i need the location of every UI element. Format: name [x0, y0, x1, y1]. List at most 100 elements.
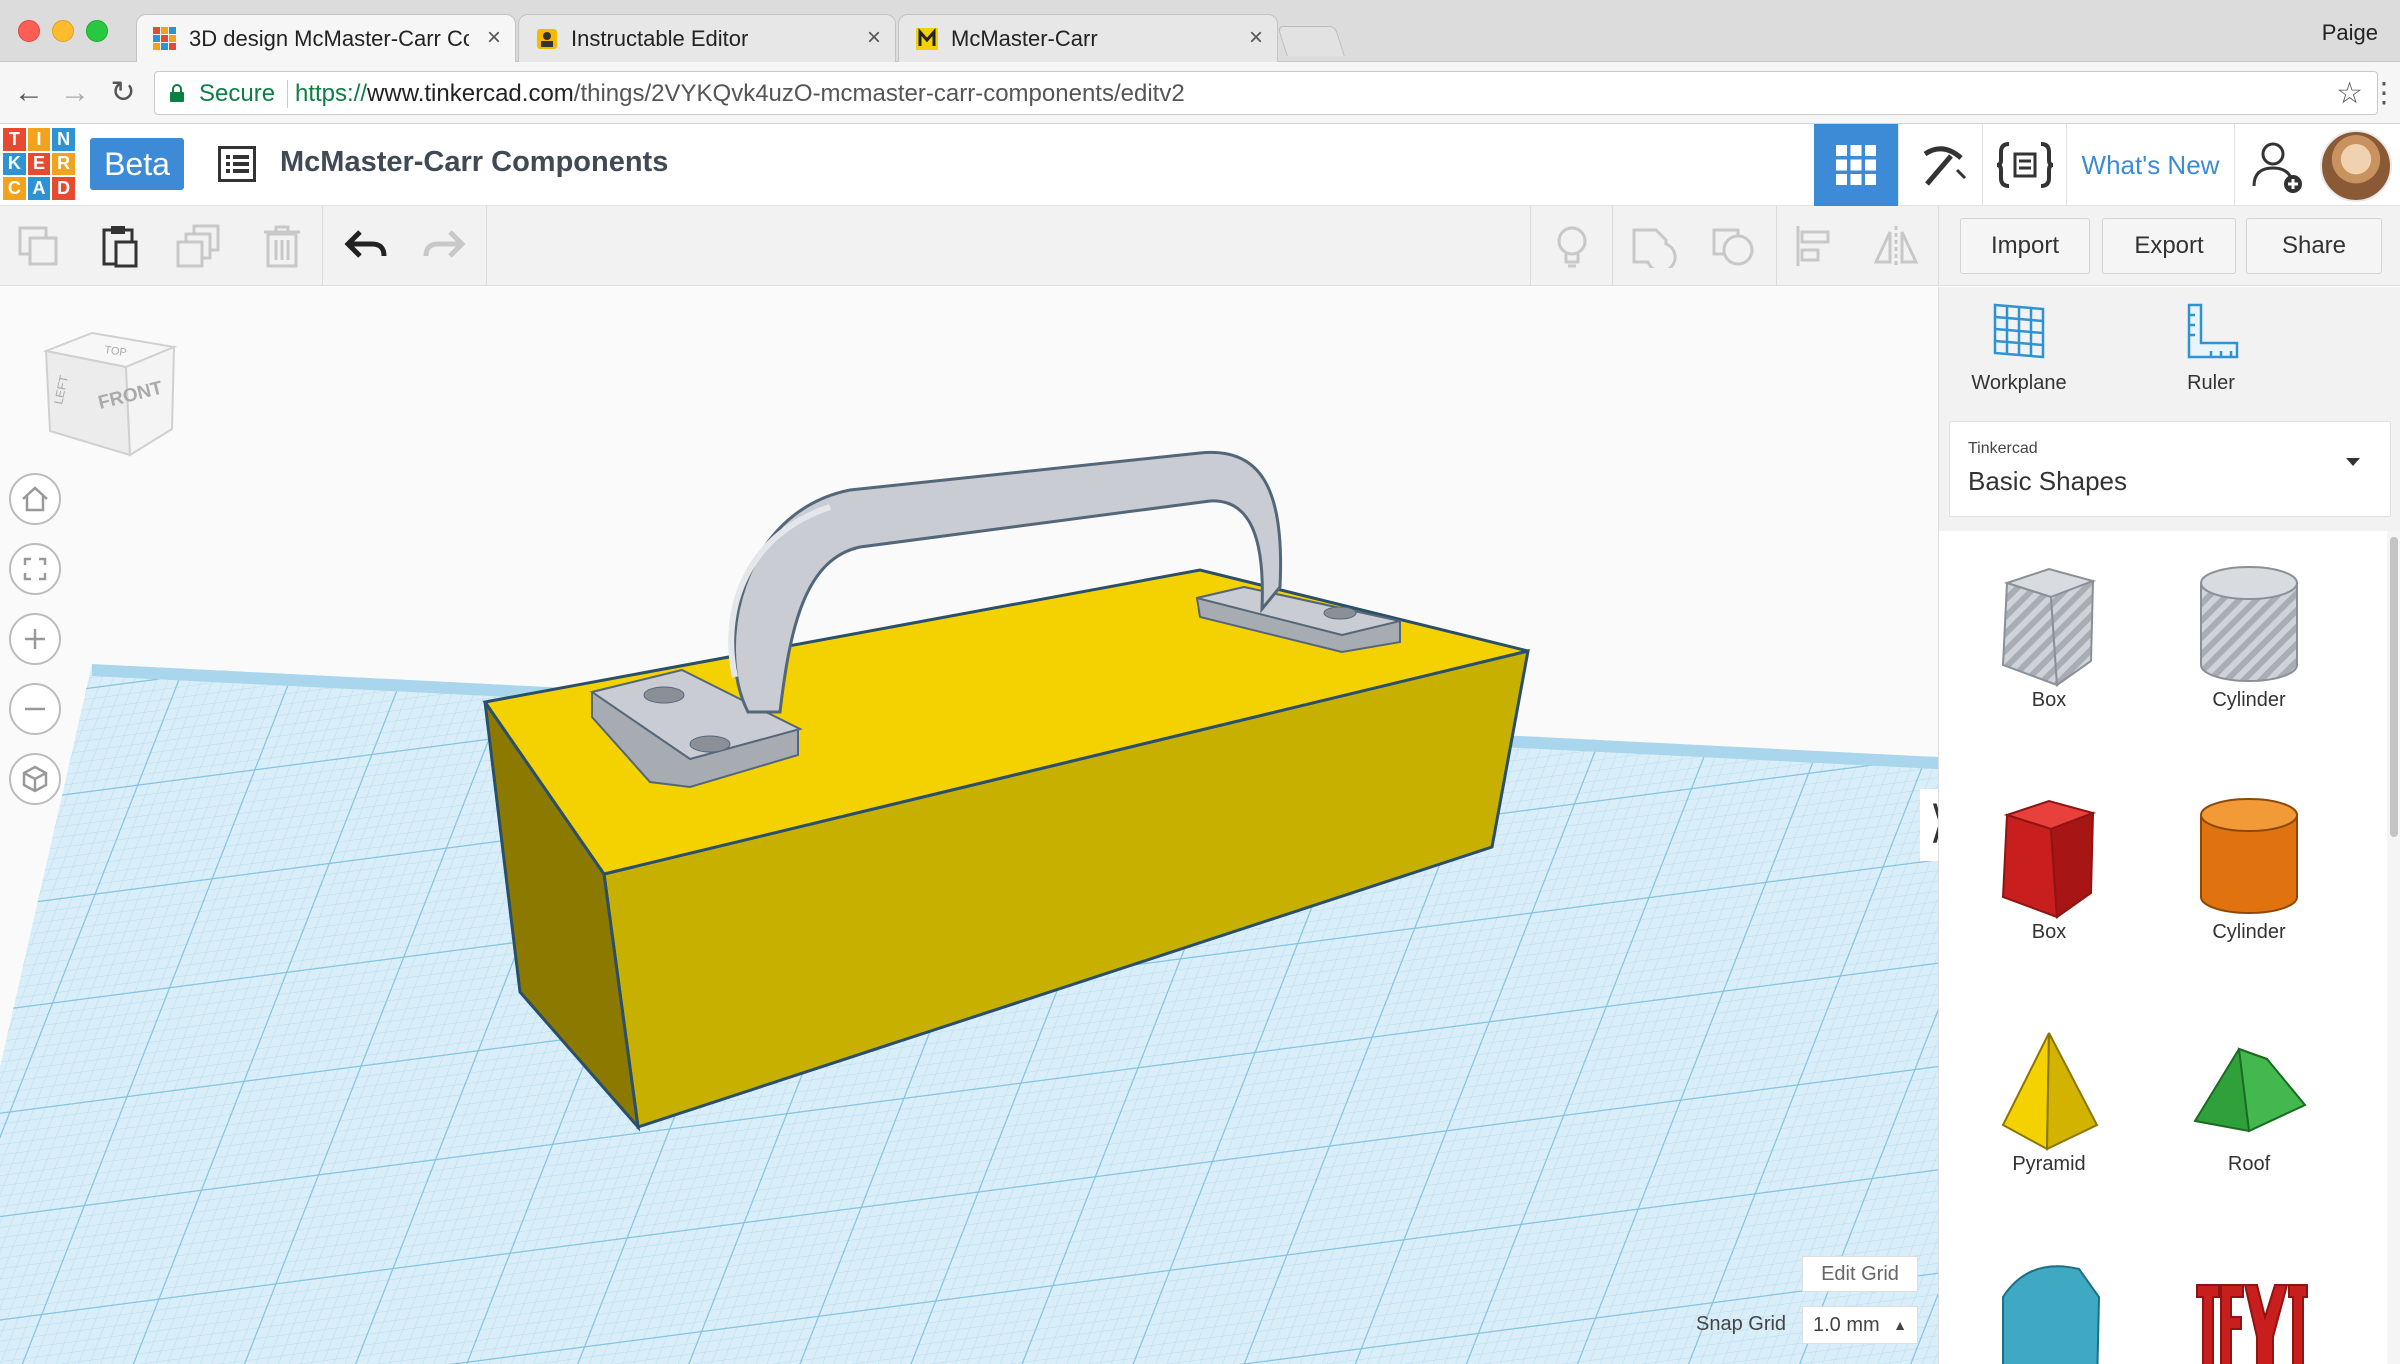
library-name: Basic Shapes: [1968, 466, 2127, 496]
url-input[interactable]: Secure https://www.tinkercad.com/things/…: [154, 71, 2378, 115]
logo-letter: E: [27, 152, 51, 176]
mcmaster-favicon: [916, 28, 938, 50]
tab-title: 3D design McMaster-Carr Con: [189, 27, 469, 51]
caret-up-icon: ▲: [1893, 1317, 1907, 1333]
workplane-tool[interactable]: Workplane: [1939, 301, 2099, 395]
copy-icon[interactable]: [16, 224, 64, 268]
shape-cylinder-hole[interactable]: Cylinder: [2149, 531, 2349, 731]
workplane-icon: [1993, 303, 2045, 359]
fit-to-view-icon: [23, 557, 47, 581]
shape-text[interactable]: [2149, 1227, 2349, 1364]
undo-icon[interactable]: [342, 224, 390, 268]
tab-title: McMaster-Carr: [951, 27, 1098, 51]
shape-label: Box: [2031, 921, 2067, 943]
shape-label: Box: [2031, 689, 2067, 711]
group-icon[interactable]: [1630, 224, 1678, 268]
snap-grid-select[interactable]: 1.0 mm ▲: [1802, 1306, 1918, 1344]
close-window-button[interactable]: [18, 20, 40, 42]
ortho-view-button[interactable]: [9, 753, 61, 805]
shape-pyramid[interactable]: Pyramid: [1949, 995, 2149, 1195]
lock-icon: [170, 84, 184, 102]
edit-toolbar: Import Export Share: [0, 206, 2400, 286]
design-title[interactable]: McMaster-Carr Components: [280, 146, 668, 179]
fit-view-button[interactable]: [9, 543, 61, 595]
align-icon[interactable]: [1792, 224, 1840, 268]
view-code-blocks-button[interactable]: [1982, 124, 2066, 206]
3d-viewport[interactable]: TOP LEFT FRONT ⟩ Edit Grid Snap Grid 1.0…: [0, 287, 1938, 1364]
import-button[interactable]: Import: [1960, 218, 2090, 274]
bookmark-star-icon[interactable]: ☆: [2336, 76, 2363, 111]
browser-menu-icon[interactable]: ⋮: [2370, 76, 2398, 110]
shape-cylinder[interactable]: Cylinder: [2149, 763, 2349, 963]
maximize-window-button[interactable]: [86, 20, 108, 42]
tab-close-icon[interactable]: ×: [1249, 25, 1263, 51]
design-list-icon[interactable]: [218, 146, 256, 182]
shape-label: Cylinder: [2212, 921, 2286, 943]
instructables-favicon: [537, 29, 557, 49]
lightbulb-icon[interactable]: [1548, 224, 1596, 268]
grid-view-icon: [1836, 145, 1876, 185]
shape-box-hole[interactable]: Box: [1949, 531, 2149, 731]
text-shape-icon: [2196, 1284, 2308, 1364]
url-host: www.tinkercad.com: [367, 80, 574, 107]
browser-address-bar: ← → ↻ Secure https://www.tinkercad.com/t…: [0, 62, 2400, 124]
round-roof-icon: [2002, 1265, 2101, 1364]
tab-close-icon[interactable]: ×: [867, 25, 881, 51]
shape-box[interactable]: Box: [1949, 763, 2149, 963]
mirror-icon[interactable]: [1872, 224, 1920, 268]
url-path: /things/2VYKQvk4uzO-mcmaster-carr-compon…: [573, 80, 1185, 107]
back-arrow-icon[interactable]: ←: [12, 76, 46, 110]
delete-icon[interactable]: [258, 224, 306, 268]
logo-letter: T: [3, 128, 26, 151]
view-blocks-button[interactable]: [1898, 124, 1982, 206]
tab-close-icon[interactable]: ×: [487, 25, 501, 51]
shape-list-scrollbar[interactable]: [2387, 531, 2400, 1364]
shape-roof[interactable]: Roof: [2149, 995, 2349, 1195]
edit-grid-button[interactable]: Edit Grid: [1802, 1256, 1918, 1292]
workplane-scene[interactable]: [0, 287, 1938, 1364]
zoom-in-button[interactable]: [9, 613, 61, 665]
view-3d-button[interactable]: [1814, 124, 1898, 206]
beta-badge: Beta: [90, 138, 184, 190]
add-collaborator-button[interactable]: [2234, 124, 2316, 206]
scrollbar-thumb[interactable]: [2390, 537, 2398, 837]
ruler-tool[interactable]: Ruler: [2131, 301, 2291, 395]
ungroup-icon[interactable]: [1710, 224, 1758, 268]
url-text: https://www.tinkercad.com/things/2VYKQvk…: [295, 80, 1185, 108]
home-view-button[interactable]: [9, 473, 61, 525]
browser-tab-instructables[interactable]: Instructable Editor ×: [518, 14, 896, 62]
home-icon: [22, 486, 48, 512]
whats-new-link[interactable]: What's New: [2066, 124, 2234, 206]
zoom-out-button[interactable]: [9, 683, 61, 735]
browser-tab-tinkercad[interactable]: 3D design McMaster-Carr Con ×: [136, 14, 516, 63]
shape-round-roof[interactable]: [1949, 1227, 2149, 1364]
logo-letter: N: [52, 128, 75, 151]
view-cube[interactable]: TOP LEFT FRONT: [38, 321, 178, 461]
export-button[interactable]: Export: [2102, 218, 2236, 274]
roof-icon: [2193, 1047, 2307, 1133]
minus-icon: [25, 707, 45, 711]
chevron-right-icon: ⟩: [1929, 798, 1938, 847]
redo-icon[interactable]: [420, 224, 468, 268]
logo-letter: K: [3, 152, 26, 176]
reload-icon[interactable]: ↻: [106, 76, 140, 110]
minimize-window-button[interactable]: [52, 20, 74, 42]
share-button[interactable]: Share: [2246, 218, 2382, 274]
browser-profile-name[interactable]: Paige: [2322, 20, 2378, 46]
toolbar-divider: [486, 206, 487, 286]
paste-icon[interactable]: [96, 224, 144, 268]
new-tab-button[interactable]: [1277, 26, 1345, 56]
workplane-label: Workplane: [1971, 372, 2067, 394]
caret-down-icon: [2346, 458, 2360, 466]
tinkercad-logo[interactable]: T I N K E R C A D: [3, 128, 75, 200]
tab-title: Instructable Editor: [571, 27, 749, 51]
user-avatar[interactable]: [2320, 130, 2392, 202]
browser-tab-mcmaster[interactable]: McMaster-Carr ×: [898, 14, 1278, 62]
panel-collapse-button[interactable]: ⟩: [1920, 789, 1938, 861]
duplicate-icon[interactable]: [176, 224, 224, 268]
forward-arrow-icon[interactable]: →: [58, 76, 92, 110]
shape-label: Roof: [2227, 1153, 2271, 1175]
shape-library-dropdown[interactable]: Tinkercad Basic Shapes: [1949, 421, 2391, 517]
toolbar-divider: [322, 206, 323, 286]
logo-letter: A: [27, 177, 51, 200]
